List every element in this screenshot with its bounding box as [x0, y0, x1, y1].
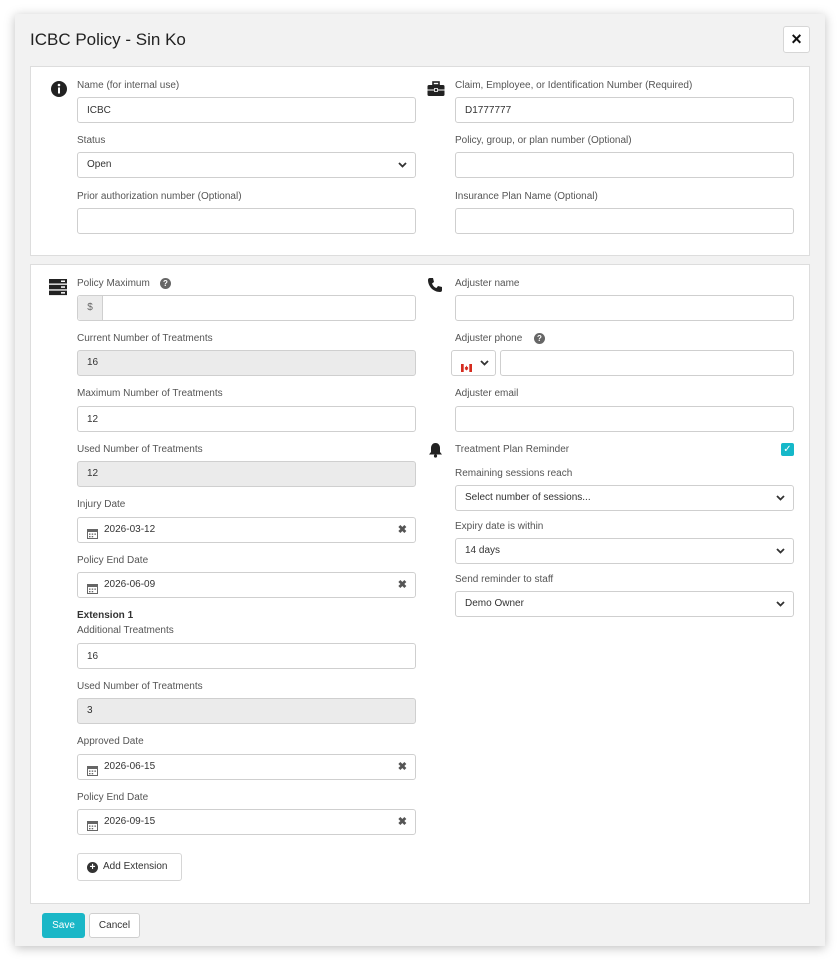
- clear-icon[interactable]: ✖: [398, 755, 407, 779]
- extension-title: Extension 1: [77, 610, 134, 621]
- adjuster-name-label: Adjuster name: [455, 278, 520, 289]
- policy-max-label: Policy Maximum: [77, 278, 150, 289]
- status-label: Status: [77, 135, 106, 146]
- claim-input[interactable]: [455, 97, 794, 123]
- approved-date-label: Approved Date: [77, 736, 144, 747]
- save-button[interactable]: Save: [42, 913, 85, 938]
- plan-name-input[interactable]: [455, 208, 794, 234]
- calendar-icon: [87, 580, 98, 594]
- canada-flag-icon: [461, 359, 472, 372]
- policy-end-date-label: Policy End Date: [77, 555, 149, 566]
- policy-modal: ICBC Policy - Sin Ko × Name (for interna…: [15, 14, 825, 946]
- additional-treatments-input[interactable]: [77, 643, 416, 669]
- modal-title: ICBC Policy - Sin Ko: [30, 30, 186, 49]
- chevron-down-icon: [776, 486, 785, 519]
- adjuster-name-input[interactable]: [455, 295, 794, 321]
- modal-footer: Save Cancel: [15, 904, 825, 946]
- add-extension-button[interactable]: + Add Extension: [77, 853, 182, 881]
- staff-label: Send reminder to staff: [455, 574, 554, 585]
- chevron-down-icon: [398, 153, 407, 186]
- clear-icon[interactable]: ✖: [398, 810, 407, 834]
- policy-group-input[interactable]: [455, 152, 794, 178]
- calendar-icon: [87, 817, 98, 831]
- currency-addon: $: [78, 296, 103, 320]
- plus-circle-icon: +: [87, 862, 98, 873]
- injury-date-input[interactable]: 2026-03-12 ✖: [77, 517, 416, 543]
- expiry-value: 14 days: [465, 545, 501, 556]
- server-icon: [48, 277, 68, 297]
- claim-label: Claim, Employee, or Identification Numbe…: [455, 80, 693, 91]
- status-select[interactable]: Open: [77, 152, 416, 178]
- current-treatments-label: Current Number of Treatments: [77, 333, 213, 344]
- bell-icon: [428, 442, 443, 458]
- ext-end-date-input[interactable]: 2026-09-15 ✖: [77, 809, 416, 835]
- current-treatments-field: 16: [77, 350, 416, 376]
- prior-auth-label: Prior authorization number (Optional): [77, 191, 242, 202]
- adjuster-phone-label: Adjuster phone: [455, 333, 523, 344]
- reminder-label: Treatment Plan Reminder: [455, 444, 570, 455]
- sessions-label: Remaining sessions reach: [455, 468, 573, 479]
- policy-max-input[interactable]: $: [77, 295, 416, 321]
- injury-date-label: Injury Date: [77, 499, 126, 510]
- sessions-value: Select number of sessions...: [465, 492, 591, 503]
- chevron-down-icon: [776, 592, 785, 625]
- expiry-label: Expiry date is within: [455, 521, 544, 532]
- country-code-select[interactable]: [451, 350, 496, 376]
- chevron-down-icon: [480, 351, 489, 380]
- adjuster-email-label: Adjuster email: [455, 388, 519, 399]
- used-treatments-field: 12: [77, 461, 416, 487]
- cancel-button[interactable]: Cancel: [89, 913, 140, 938]
- policy-details-panel: Policy Maximum ? $ Current Number of Tre…: [30, 264, 810, 904]
- briefcase-icon: [426, 79, 446, 99]
- modal-header: ICBC Policy - Sin Ko ×: [15, 14, 825, 66]
- staff-value: Demo Owner: [465, 598, 524, 609]
- max-treatments-input[interactable]: [77, 406, 416, 432]
- name-label: Name (for internal use): [77, 80, 180, 91]
- info-icon: [49, 79, 69, 99]
- help-icon[interactable]: ?: [160, 278, 171, 289]
- approved-date-value: 2026-06-15: [104, 761, 156, 772]
- approved-date-input[interactable]: 2026-06-15 ✖: [77, 754, 416, 780]
- adjuster-email-input[interactable]: [455, 406, 794, 432]
- ext-end-date-label: Policy End Date: [77, 792, 149, 803]
- additional-treatments-label: Additional Treatments: [77, 625, 174, 636]
- used-treatments-label: Used Number of Treatments: [77, 444, 203, 455]
- status-value: Open: [87, 159, 112, 170]
- clear-icon[interactable]: ✖: [398, 573, 407, 597]
- prior-auth-input[interactable]: [77, 208, 416, 234]
- chevron-down-icon: [776, 539, 785, 572]
- calendar-icon: [87, 525, 98, 539]
- staff-select[interactable]: Demo Owner: [455, 591, 794, 617]
- expiry-select[interactable]: 14 days: [455, 538, 794, 564]
- reminder-checkbox[interactable]: ✓: [781, 443, 794, 456]
- name-input[interactable]: [77, 97, 416, 123]
- help-icon[interactable]: ?: [534, 333, 545, 344]
- adjuster-phone-input[interactable]: [500, 350, 794, 376]
- clear-icon[interactable]: ✖: [398, 518, 407, 542]
- add-extension-label: Add Extension: [103, 861, 168, 872]
- policy-end-date-input[interactable]: 2026-06-09 ✖: [77, 572, 416, 598]
- calendar-icon: [87, 762, 98, 776]
- close-button[interactable]: ×: [783, 26, 810, 53]
- max-treatments-label: Maximum Number of Treatments: [77, 388, 223, 399]
- ext-end-date-value: 2026-09-15: [104, 816, 156, 827]
- policy-group-label: Policy, group, or plan number (Optional): [455, 135, 632, 146]
- general-info-panel: Name (for internal use) Status Open Prio…: [30, 66, 810, 256]
- ext-used-treatments-label: Used Number of Treatments: [77, 681, 203, 692]
- phone-icon: [427, 277, 443, 293]
- sessions-select[interactable]: Select number of sessions...: [455, 485, 794, 511]
- ext-used-treatments-field: 3: [77, 698, 416, 724]
- injury-date-value: 2026-03-12: [104, 524, 156, 535]
- plan-name-label: Insurance Plan Name (Optional): [455, 191, 598, 202]
- policy-end-date-value: 2026-06-09: [104, 579, 156, 590]
